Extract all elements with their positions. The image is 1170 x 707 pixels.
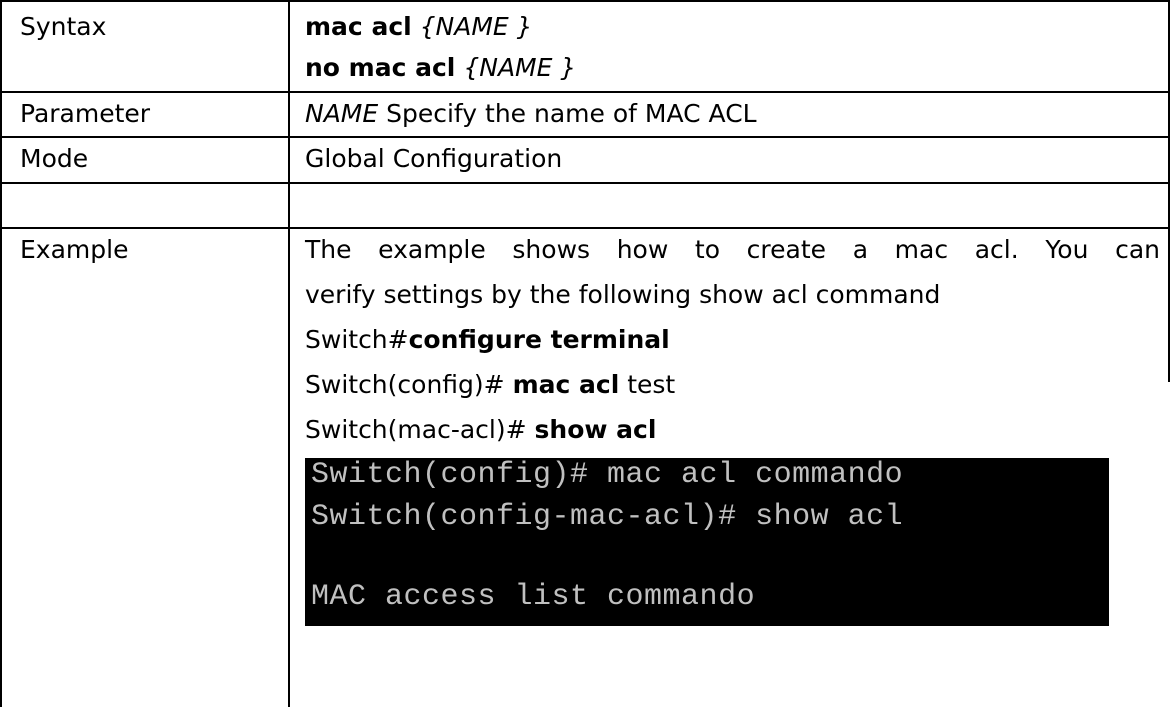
syntax-argument: {NAME } (419, 12, 533, 41)
parameter-description: Specify the name of MAC ACL (386, 99, 757, 128)
cli-command: mac acl (512, 370, 620, 399)
example-label: Example (20, 235, 129, 264)
mode-value: Global Configuration (305, 144, 563, 173)
syntax-label: Syntax (20, 12, 107, 41)
parameter-value: NAME Specify the name of MAC ACL (305, 97, 757, 131)
cli-command: show acl (534, 415, 657, 444)
example-description-line-1: The example shows how to create a mac ac… (305, 235, 1160, 264)
terminal-line: MAC access list commando (311, 580, 756, 614)
row-divider (0, 182, 1170, 184)
table-border-left (0, 0, 2, 707)
table-border-top (0, 0, 1170, 2)
cli-prompt: Switch(mac-acl)# (305, 415, 535, 444)
example-command-1: Switch#configure terminal (305, 323, 670, 357)
cli-prompt: Switch# (305, 325, 409, 354)
terminal-line: Switch(config)# mac acl commando (311, 458, 904, 492)
example-command-2: Switch(config)# mac acl test (305, 368, 675, 402)
mode-label: Mode (20, 144, 89, 173)
terminal-output-screenshot: Switch(config)# mac acl commando Switch(… (305, 458, 1109, 626)
cli-command: configure terminal (408, 325, 670, 354)
syntax-command: no mac acl (305, 53, 456, 82)
cli-argument: test (619, 370, 676, 399)
example-description-line-2: verify settings by the following show ac… (305, 280, 941, 309)
table-column-divider (288, 0, 290, 707)
example-command-3: Switch(mac-acl)# show acl (305, 413, 656, 447)
cli-prompt: Switch(config)# (305, 370, 513, 399)
row-divider (0, 91, 1170, 93)
syntax-argument: {NAME } (463, 53, 577, 82)
syntax-line-1: mac acl {NAME } (305, 10, 533, 44)
row-divider (0, 136, 1170, 138)
row-divider (0, 227, 1170, 229)
parameter-name: NAME (305, 99, 379, 128)
syntax-command: mac acl (305, 12, 412, 41)
parameter-label: Parameter (20, 99, 151, 128)
terminal-line: Switch(config-mac-acl)# show acl (311, 500, 904, 534)
syntax-line-2: no mac acl {NAME } (305, 51, 576, 85)
